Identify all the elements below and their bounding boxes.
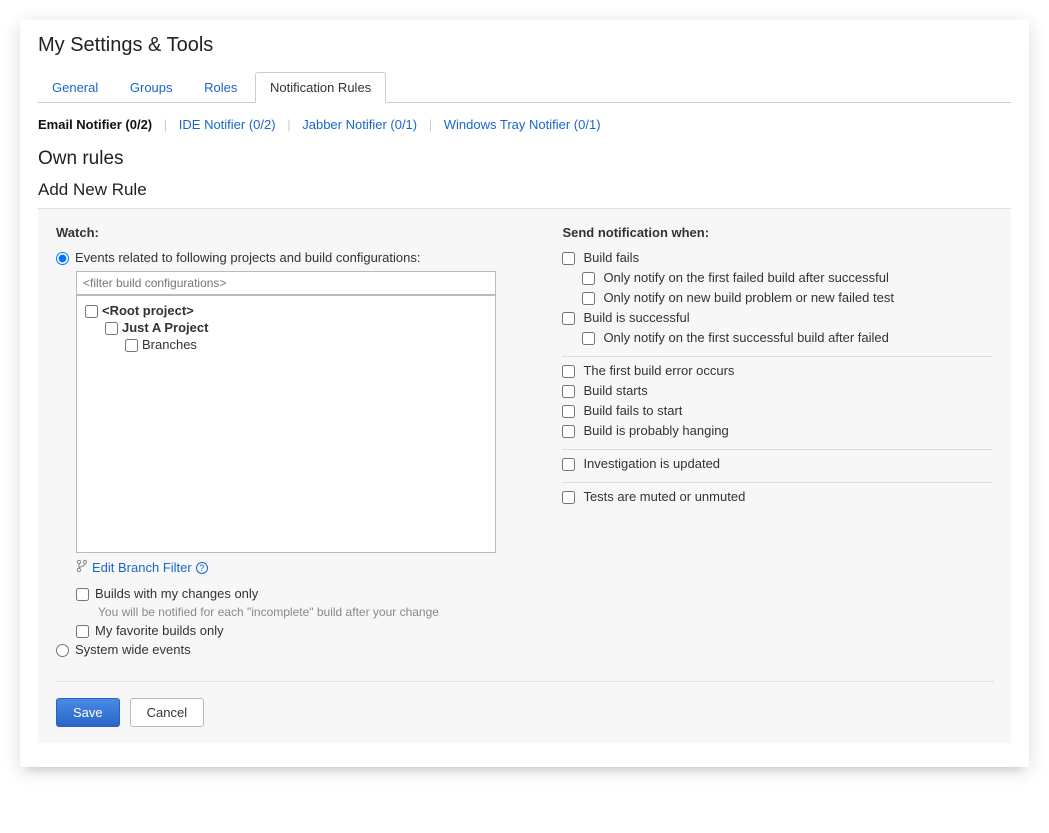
build-config-tree[interactable]: <Root project> Just A Project Branches xyxy=(76,295,496,553)
radio-system-events[interactable] xyxy=(56,644,69,657)
tab-roles[interactable]: Roles xyxy=(190,73,251,102)
label-first-failed-after-success: Only notify on the first failed build af… xyxy=(603,270,888,285)
edit-branch-filter-link[interactable]: Edit Branch Filter xyxy=(92,560,192,575)
label-first-error: The first build error occurs xyxy=(583,363,734,378)
add-rule-heading: Add New Rule xyxy=(38,180,1011,200)
checkbox-tests-muted[interactable] xyxy=(562,491,575,504)
main-tabs: General Groups Roles Notification Rules xyxy=(38,71,1011,103)
checkbox-fails-to-start[interactable] xyxy=(562,405,575,418)
tree-branches-checkbox[interactable] xyxy=(125,339,138,352)
label-first-success-after-failed: Only notify on the first successful buil… xyxy=(603,330,888,345)
help-icon[interactable]: ? xyxy=(196,562,208,574)
branch-icon xyxy=(76,559,88,576)
filter-build-configs-input[interactable] xyxy=(76,271,496,295)
watch-heading: Watch: xyxy=(56,225,522,240)
notify-column: Send notification when: Build fails Only… xyxy=(562,225,993,661)
label-build-successful: Build is successful xyxy=(583,310,689,325)
label-new-problem-or-test: Only notify on new build problem or new … xyxy=(603,290,894,305)
checkbox-probably-hanging[interactable] xyxy=(562,425,575,438)
radio-events-related-label: Events related to following projects and… xyxy=(75,250,420,265)
page-title: My Settings & Tools xyxy=(38,34,1011,57)
notifier-sub-nav: Email Notifier (0/2) | IDE Notifier (0/2… xyxy=(38,117,1011,132)
subnav-tray-notifier[interactable]: Windows Tray Notifier (0/1) xyxy=(444,117,601,132)
label-build-starts: Build starts xyxy=(583,383,647,398)
label-probably-hanging: Build is probably hanging xyxy=(583,423,728,438)
checkbox-first-error[interactable] xyxy=(562,365,575,378)
cancel-button[interactable]: Cancel xyxy=(130,698,204,727)
tree-root-checkbox[interactable] xyxy=(85,305,98,318)
label-builds-my-changes: Builds with my changes only xyxy=(95,586,258,601)
hint-builds-my-changes: You will be notified for each "incomplet… xyxy=(98,605,522,619)
tree-project-label: Just A Project xyxy=(122,320,208,335)
checkbox-build-fails[interactable] xyxy=(562,252,575,265)
tree-project-checkbox[interactable] xyxy=(105,322,118,335)
notify-heading: Send notification when: xyxy=(562,225,993,240)
button-row: Save Cancel xyxy=(56,681,993,727)
label-tests-muted: Tests are muted or unmuted xyxy=(583,489,745,504)
checkbox-investigation-updated[interactable] xyxy=(562,458,575,471)
checkbox-new-problem-or-test[interactable] xyxy=(582,292,595,305)
rule-panel: Watch: Events related to following proje… xyxy=(38,208,1011,743)
label-system-events: System wide events xyxy=(75,642,191,657)
radio-events-related[interactable] xyxy=(56,252,69,265)
tree-root-label: <Root project> xyxy=(102,303,194,318)
checkbox-builds-my-changes[interactable] xyxy=(76,588,89,601)
subnav-email-notifier[interactable]: Email Notifier (0/2) xyxy=(38,117,152,132)
label-investigation-updated: Investigation is updated xyxy=(583,456,720,471)
label-favorite-builds: My favorite builds only xyxy=(95,623,224,638)
checkbox-first-failed-after-success[interactable] xyxy=(582,272,595,285)
tab-notification-rules[interactable]: Notification Rules xyxy=(255,72,386,103)
checkbox-build-successful[interactable] xyxy=(562,312,575,325)
label-fails-to-start: Build fails to start xyxy=(583,403,682,418)
checkbox-favorite-builds[interactable] xyxy=(76,625,89,638)
save-button[interactable]: Save xyxy=(56,698,120,727)
subnav-jabber-notifier[interactable]: Jabber Notifier (0/1) xyxy=(302,117,417,132)
tab-general[interactable]: General xyxy=(38,73,112,102)
settings-page: My Settings & Tools General Groups Roles… xyxy=(20,20,1029,767)
tab-groups[interactable]: Groups xyxy=(116,73,187,102)
subnav-ide-notifier[interactable]: IDE Notifier (0/2) xyxy=(179,117,276,132)
label-build-fails: Build fails xyxy=(583,250,639,265)
tree-branches-label: Branches xyxy=(142,337,197,352)
own-rules-heading: Own rules xyxy=(38,148,1011,170)
checkbox-build-starts[interactable] xyxy=(562,385,575,398)
watch-column: Watch: Events related to following proje… xyxy=(56,225,522,661)
checkbox-first-success-after-failed[interactable] xyxy=(582,332,595,345)
